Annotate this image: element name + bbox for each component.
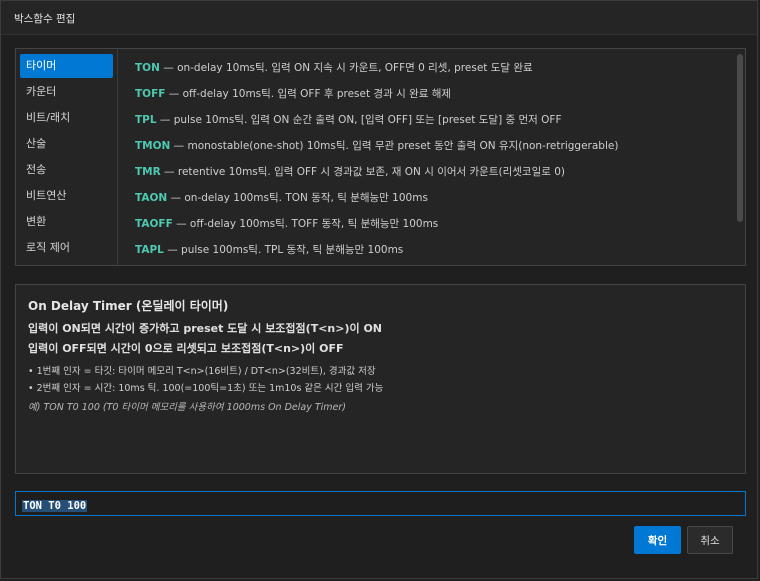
expression-value: TON T0 100 bbox=[22, 500, 88, 512]
info-title: On Delay Timer (온딜레이 타이머) bbox=[28, 299, 229, 313]
category-label: 로직 제어 bbox=[26, 241, 70, 254]
function-info-panel: On Delay Timer (온딜레이 타이머) 입력이 ON되면 시간이 증… bbox=[15, 284, 746, 474]
info-line-2: 입력이 OFF되면 시간이 0으로 리셋되고 보조접점(T<n>)이 OFF bbox=[28, 342, 344, 355]
function-item-toff[interactable]: TOFF — off-delay 10ms틱. 입력 OFF 후 preset … bbox=[119, 83, 733, 109]
category-item-transfer[interactable]: 전송 bbox=[20, 158, 113, 182]
function-description: — pulse 10ms틱. 입력 ON 순간 출력 ON, [입력 OFF] … bbox=[156, 114, 562, 126]
category-item-bit-latch[interactable]: 비트/래치 bbox=[20, 106, 113, 130]
category-item-logic-control[interactable]: 로직 제어 bbox=[20, 236, 113, 260]
category-list: 타이머 카운터 비트/래치 산술 전송 비트연산 변환 로직 제어 bbox=[16, 49, 118, 265]
function-item-tpl[interactable]: TPL — pulse 10ms틱. 입력 ON 순간 출력 ON, [입력 O… bbox=[119, 109, 733, 135]
function-list-scrollbar[interactable] bbox=[737, 54, 743, 222]
function-keyword: TPL bbox=[135, 114, 157, 126]
function-keyword: TON bbox=[135, 62, 160, 74]
function-list: TON — on-delay 10ms틱. 입력 ON 지속 시 카운트, OF… bbox=[119, 49, 733, 265]
function-item-tmon[interactable]: TMON — monostable(one-shot) 10ms틱. 입력 무관… bbox=[119, 135, 733, 161]
cancel-button[interactable]: 취소 bbox=[687, 526, 733, 554]
title-bar: 박스함수 편집 bbox=[1, 1, 757, 35]
ok-button[interactable]: 확인 bbox=[634, 526, 681, 554]
function-item-tmr[interactable]: TMR — retentive 10ms틱. 입력 OFF 시 경과값 보존, … bbox=[119, 161, 733, 187]
function-description: — off-delay 100ms틱. TOFF 동작, 틱 분해능만 100m… bbox=[172, 218, 439, 230]
function-description: — retentive 10ms틱. 입력 OFF 시 경과값 보존, 재 ON… bbox=[160, 166, 566, 178]
info-bullet-2: • 2번째 인자 = 시간: 10ms 틱. 100(=100틱=1초) 또는 … bbox=[28, 383, 384, 394]
category-label: 비트연산 bbox=[26, 189, 67, 202]
info-example: 예) TON T0 100 (T0 타이머 메모리를 사용하여 1000ms O… bbox=[28, 402, 346, 413]
function-description: — monostable(one-shot) 10ms틱. 입력 무관 pres… bbox=[170, 140, 619, 152]
function-item-tapl[interactable]: TAPL — pulse 100ms틱. TPL 동작, 틱 분해능만 100m… bbox=[119, 239, 733, 265]
category-label: 타이머 bbox=[26, 59, 57, 72]
function-keyword: TMON bbox=[135, 140, 171, 152]
info-bullet-1: • 1번째 인자 = 타깃: 타이머 메모리 T<n>(16비트) / DT<n… bbox=[28, 366, 376, 377]
function-description: — off-delay 10ms틱. 입력 OFF 후 preset 경과 시 … bbox=[165, 88, 452, 100]
category-item-conversion[interactable]: 변환 bbox=[20, 210, 113, 234]
category-label: 비트/래치 bbox=[26, 111, 71, 124]
category-item-arithmetic[interactable]: 산술 bbox=[20, 132, 113, 156]
function-keyword: TAOFF bbox=[135, 218, 173, 230]
function-item-taoff[interactable]: TAOFF — off-delay 100ms틱. TOFF 동작, 틱 분해능… bbox=[119, 213, 733, 239]
function-item-taon[interactable]: TAON — on-delay 100ms틱. TON 동작, 틱 분해능만 1… bbox=[119, 187, 733, 213]
category-label: 카운터 bbox=[26, 85, 57, 98]
category-item-bit-operation[interactable]: 비트연산 bbox=[20, 184, 113, 208]
expression-input[interactable]: TON T0 100 bbox=[15, 491, 746, 516]
category-label: 산술 bbox=[26, 137, 47, 150]
function-keyword: TAON bbox=[135, 192, 168, 204]
info-line-1: 입력이 ON되면 시간이 증가하고 preset 도달 시 보조접점(T<n>)… bbox=[28, 322, 382, 335]
category-item-timer[interactable]: 타이머 bbox=[20, 54, 113, 78]
category-item-counter[interactable]: 카운터 bbox=[20, 80, 113, 104]
function-item-ton[interactable]: TON — on-delay 10ms틱. 입력 ON 지속 시 카운트, OF… bbox=[119, 57, 733, 83]
function-description: — on-delay 10ms틱. 입력 ON 지속 시 카운트, OFF면 0… bbox=[159, 62, 533, 74]
box-function-edit-dialog: 박스함수 편집 타이머 카운터 비트/래치 산술 전송 비트연산 변환 로직 제… bbox=[0, 0, 758, 579]
function-description: — on-delay 100ms틱. TON 동작, 틱 분해능만 100ms bbox=[167, 192, 428, 204]
category-label: 변환 bbox=[26, 215, 47, 228]
function-keyword: TMR bbox=[135, 166, 161, 178]
window-title: 박스함수 편집 bbox=[14, 13, 76, 25]
function-keyword: TOFF bbox=[135, 88, 166, 100]
category-label: 전송 bbox=[26, 163, 47, 176]
function-browser: 타이머 카운터 비트/래치 산술 전송 비트연산 변환 로직 제어 TON — … bbox=[15, 48, 746, 266]
function-keyword: TAPL bbox=[135, 244, 164, 256]
function-description: — pulse 100ms틱. TPL 동작, 틱 분해능만 100ms bbox=[163, 244, 404, 256]
